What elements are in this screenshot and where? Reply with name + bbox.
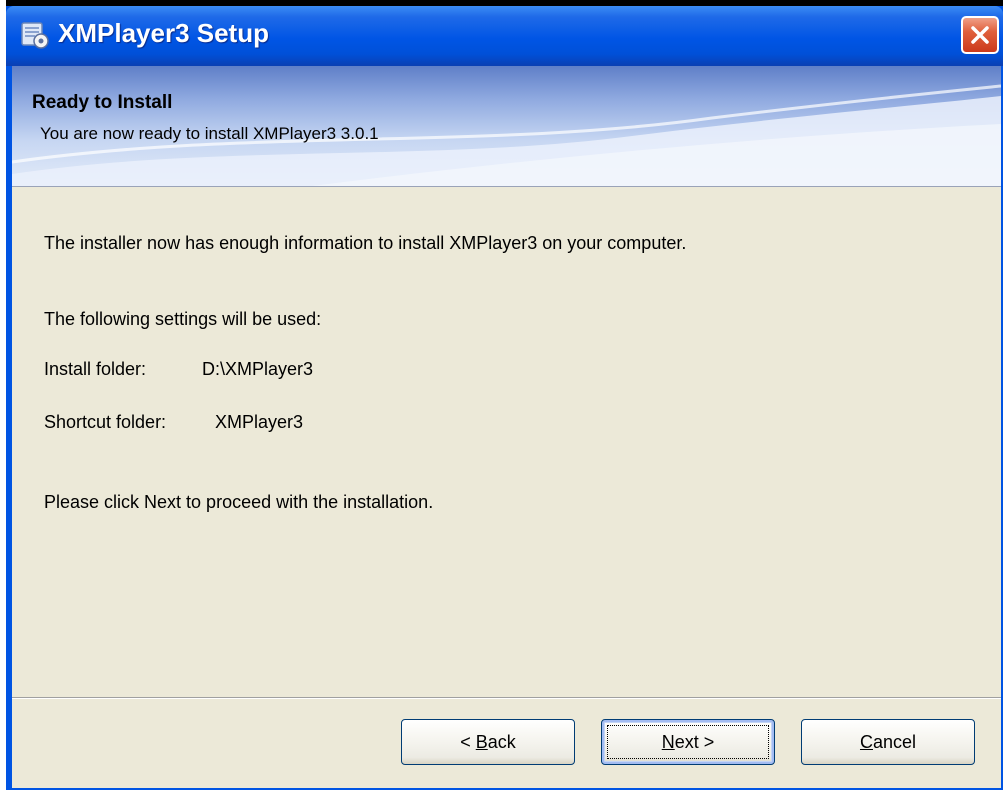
installer-app-icon xyxy=(20,20,50,50)
title-bar[interactable]: XMPlayer3 Setup xyxy=(6,6,1003,66)
dialog-client-area: Ready to Install You are now ready to in… xyxy=(12,66,1001,788)
back-button-prefix: < xyxy=(460,732,476,752)
settings-heading: The following settings will be used: xyxy=(44,309,322,329)
install-folder-value: D:\XMPlayer3 xyxy=(202,359,314,379)
setup-window: XMPlayer3 Setup Ready to Install You are… xyxy=(6,6,1003,790)
close-button[interactable] xyxy=(961,16,999,54)
cancel-button[interactable]: Cancel xyxy=(801,719,975,765)
button-separator xyxy=(12,697,1001,699)
close-icon xyxy=(971,26,989,44)
cancel-button-mnemonic: C xyxy=(859,732,873,752)
page-title: Ready to Install xyxy=(32,92,173,113)
page-subtitle: You are now ready to install XMPlayer3 3… xyxy=(40,124,379,143)
next-button-rest: ext > xyxy=(674,732,715,752)
back-button[interactable]: < Back xyxy=(401,719,575,765)
back-button-mnemonic: B xyxy=(475,732,488,752)
next-button[interactable]: Next > xyxy=(601,719,775,765)
header-banner: Ready to Install You are now ready to in… xyxy=(12,66,1001,187)
shortcut-folder-value: XMPlayer3 xyxy=(215,412,304,432)
cancel-button-rest: ancel xyxy=(872,732,917,752)
intro-text: The installer now has enough information… xyxy=(44,233,687,253)
instruction-text: Please click Next to proceed with the in… xyxy=(44,492,434,512)
install-folder-label: Install folder: xyxy=(44,359,147,379)
shortcut-folder-label: Shortcut folder: xyxy=(44,412,167,432)
next-button-mnemonic: N xyxy=(661,732,675,752)
window-title: XMPlayer3 Setup xyxy=(58,18,269,48)
back-button-rest: ack xyxy=(487,732,516,752)
